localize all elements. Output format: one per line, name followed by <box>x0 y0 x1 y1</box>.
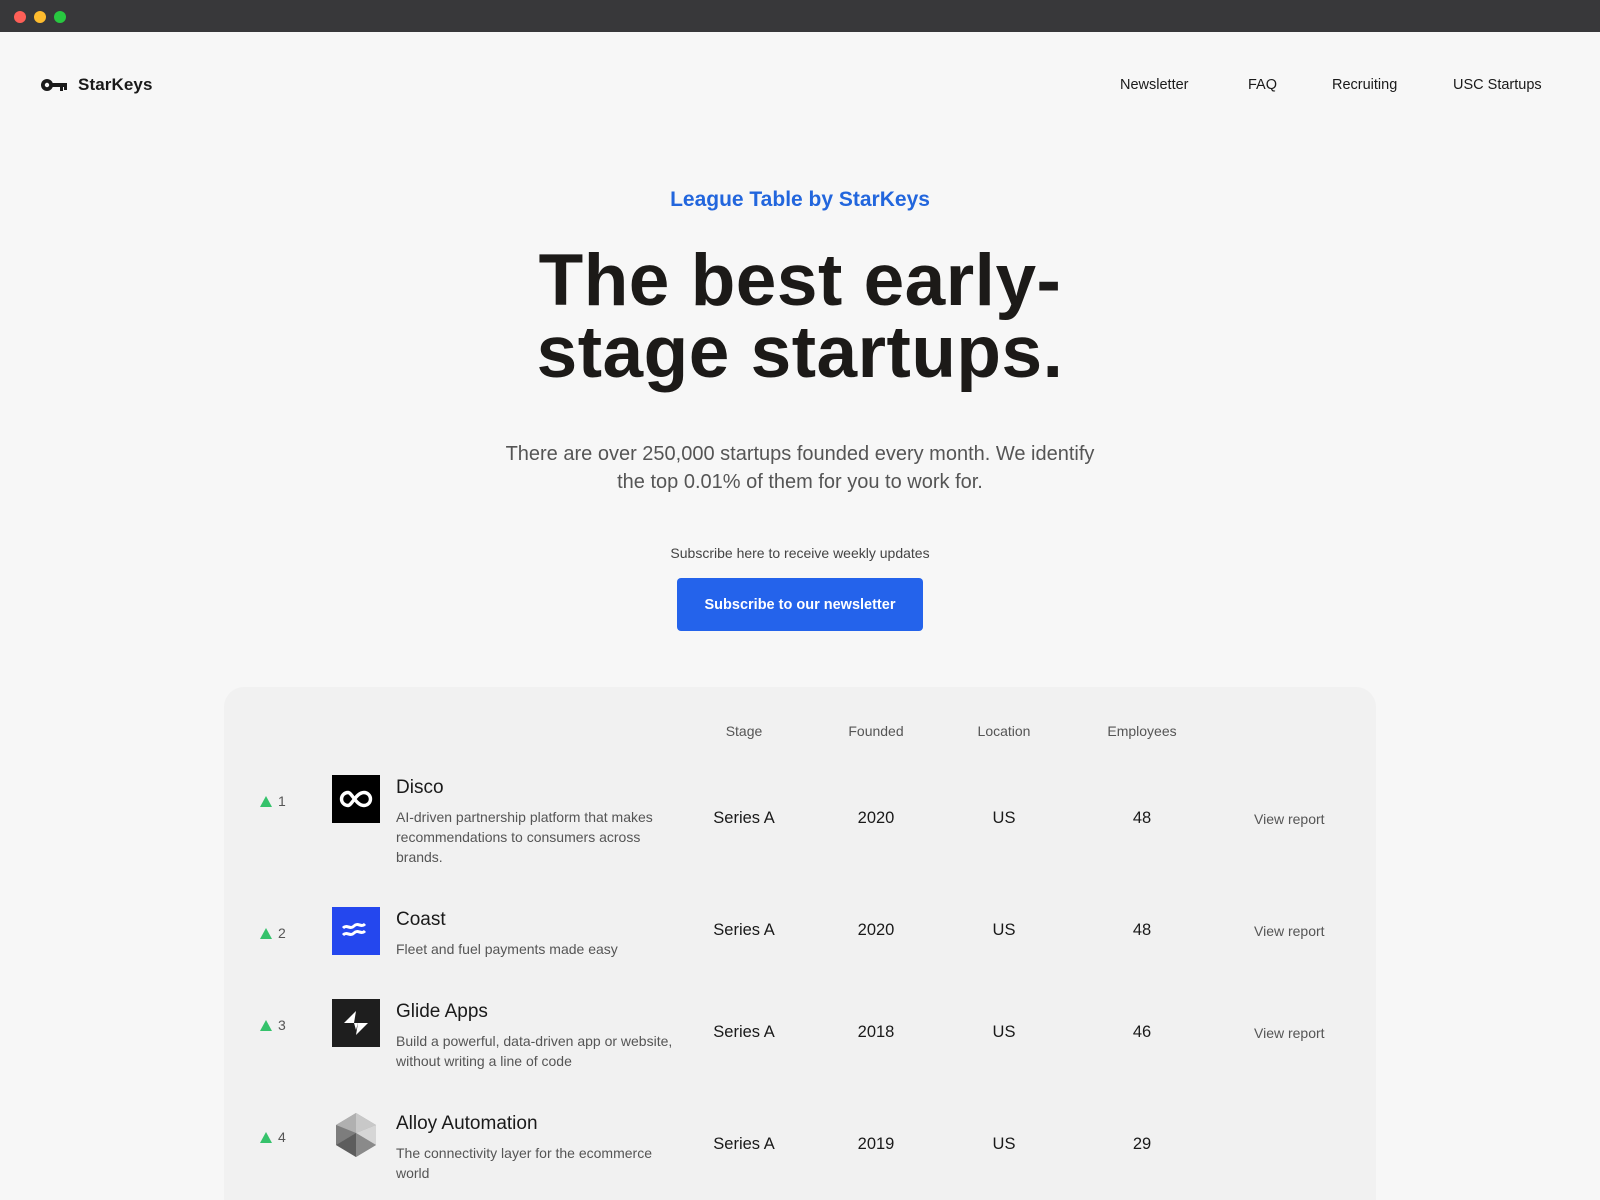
subscribe-newsletter-button[interactable]: Subscribe to our newsletter <box>677 578 923 631</box>
rank-number: 2 <box>278 925 286 941</box>
cell-location: US <box>992 809 1016 827</box>
column-header-stage: Stage <box>725 723 763 739</box>
glide-icon <box>332 999 380 1047</box>
company-description: The connectivity layer for the ecommerce… <box>396 1145 652 1181</box>
hero-headline: The best early- stage startups. <box>0 244 1600 389</box>
close-window-button[interactable] <box>14 11 26 23</box>
cell-employees: 48 <box>1132 921 1152 939</box>
column-header-employees: Employees <box>1107 723 1177 739</box>
cell-stage: Series A <box>713 921 775 939</box>
company-description: Build a powerful, data-driven app or web… <box>396 1033 673 1069</box>
minimize-window-button[interactable] <box>34 11 46 23</box>
top-nav: StarKeys Newsletter FAQ Recruiting USC S… <box>0 32 1600 142</box>
company-name: Glide Apps <box>396 1001 488 1022</box>
maximize-window-button[interactable] <box>54 11 66 23</box>
cell-employees: 46 <box>1132 1023 1152 1041</box>
rank-indicator: 3 <box>260 1017 286 1033</box>
headline-line-1: The best early- <box>538 240 1062 321</box>
nav-link-newsletter[interactable]: Newsletter <box>1120 77 1189 93</box>
company-name: Disco <box>396 777 444 798</box>
nav-link-usc-startups[interactable]: USC Startups <box>1453 77 1542 93</box>
brand-logo-link[interactable]: StarKeys <box>40 75 153 95</box>
rank-number: 4 <box>278 1129 286 1145</box>
cell-employees: 29 <box>1132 1135 1152 1153</box>
cell-founded: 2018 <box>857 1023 895 1041</box>
column-header-founded: Founded <box>848 723 904 739</box>
cell-employees: 48 <box>1132 809 1152 827</box>
cell-founded: 2020 <box>857 809 895 827</box>
trend-up-icon <box>260 795 272 807</box>
view-report-link[interactable]: View report <box>1254 811 1325 827</box>
rank-indicator: 4 <box>260 1129 286 1145</box>
column-header-location: Location <box>977 723 1031 739</box>
nav-link-faq[interactable]: FAQ <box>1248 77 1277 93</box>
cell-location: US <box>992 1023 1016 1041</box>
hero-eyebrow: League Table by StarKeys <box>670 188 930 211</box>
key-icon <box>41 79 67 91</box>
waves-icon <box>332 907 380 955</box>
rank-indicator: 2 <box>260 925 286 941</box>
hero-subhead: There are over 250,000 startups founded … <box>505 443 1095 493</box>
rank-number: 1 <box>278 793 286 809</box>
cell-location: US <box>992 1135 1016 1153</box>
cell-stage: Series A <box>713 1135 775 1153</box>
headline-line-2: stage startups. <box>536 312 1064 393</box>
league-table: Stage Founded Location Employees 1 Disco… <box>224 687 1376 1200</box>
cell-stage: Series A <box>713 809 775 827</box>
cell-founded: 2019 <box>857 1135 895 1153</box>
view-report-link[interactable]: View report <box>1254 923 1325 939</box>
rank-indicator: 1 <box>260 793 286 809</box>
cell-location: US <box>992 921 1016 939</box>
company-description: Fleet and fuel payments made easy <box>396 941 618 957</box>
rank-number: 3 <box>278 1017 286 1033</box>
trend-up-icon <box>260 927 272 939</box>
company-description: AI-driven partnership platform that make… <box>396 809 653 865</box>
cell-stage: Series A <box>713 1023 775 1041</box>
cell-founded: 2020 <box>857 921 895 939</box>
nav-link-recruiting[interactable]: Recruiting <box>1332 77 1397 93</box>
infinity-icon <box>332 775 380 823</box>
trend-up-icon <box>260 1019 272 1031</box>
window-titlebar <box>0 0 1600 32</box>
polyhedron-icon <box>332 1111 380 1159</box>
subscribe-note: Subscribe here to receive weekly updates <box>670 545 930 561</box>
company-name: Coast <box>396 909 446 930</box>
trend-up-icon <box>260 1131 272 1143</box>
brand-name: StarKeys <box>78 75 153 94</box>
view-report-link[interactable]: View report <box>1254 1025 1325 1041</box>
company-name: Alloy Automation <box>396 1113 538 1134</box>
